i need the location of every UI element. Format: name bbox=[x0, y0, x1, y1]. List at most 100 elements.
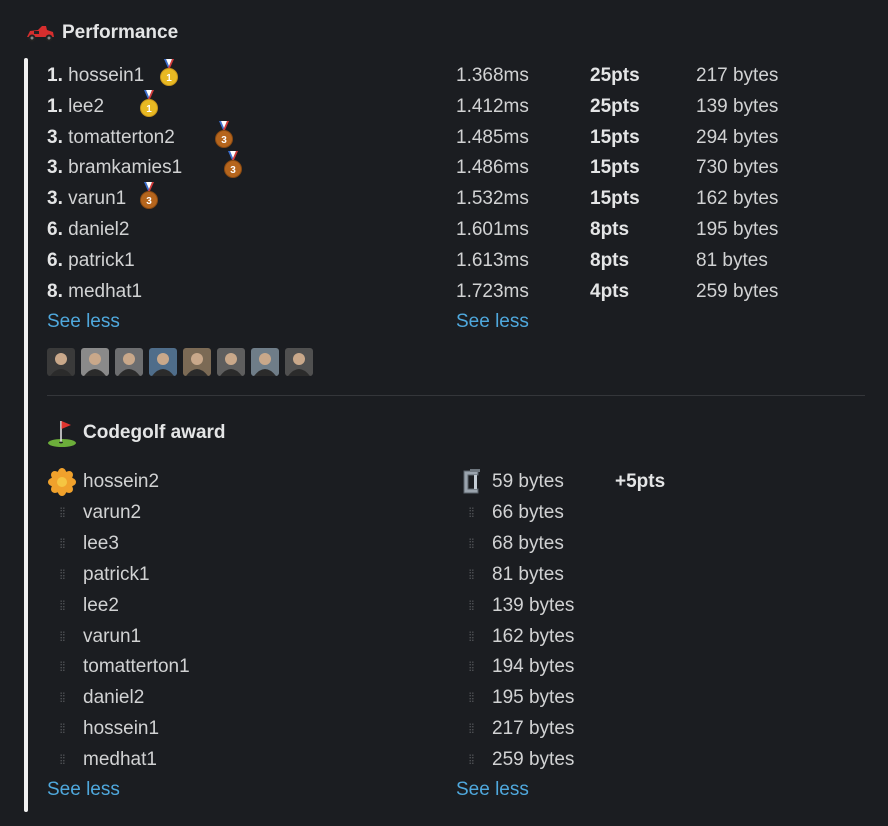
user-name[interactable]: varun2 bbox=[83, 497, 141, 528]
codegolf-bytes-entry: ⁞⁞ 259 bytes bbox=[456, 744, 574, 775]
user-name[interactable]: bramkamies1 bbox=[68, 157, 182, 178]
byte-count: 730 bytes bbox=[696, 157, 779, 178]
user-name[interactable]: varun1 bbox=[68, 188, 126, 209]
codegolf-entry: ⁞⁞ hossein1 bbox=[47, 713, 159, 744]
performance-entry: 6. daniel2 bbox=[47, 214, 427, 245]
codegolf-entry: ⁞⁞ daniel2 bbox=[47, 682, 144, 713]
byte-count: 294 bytes bbox=[696, 127, 779, 148]
golf-flag-icon bbox=[48, 421, 76, 447]
points: 15pts bbox=[590, 127, 640, 148]
performance-entry: 3. tomatterton2 3 bbox=[47, 120, 427, 153]
codegolf-entry: ⁞⁞ varun1 bbox=[47, 621, 141, 652]
drag-handle-icon: ⁞⁞ bbox=[59, 505, 65, 520]
avatar[interactable] bbox=[183, 348, 211, 376]
points: 15pts bbox=[590, 188, 640, 209]
see-less-link[interactable]: See less bbox=[456, 774, 529, 805]
time: 1.613ms bbox=[456, 250, 529, 271]
byte-count: 259 bytes bbox=[696, 281, 779, 302]
drag-handle-icon: ⁞⁞ bbox=[468, 629, 474, 644]
avatar[interactable] bbox=[217, 348, 245, 376]
points: 25pts bbox=[590, 65, 640, 86]
user-name[interactable]: medhat1 bbox=[83, 744, 157, 775]
drag-handle-icon: ⁞⁞ bbox=[468, 721, 474, 736]
user-name[interactable]: hossein2 bbox=[83, 466, 159, 497]
codegolf-bytes-entry: ⁞⁞ 162 bytes bbox=[456, 621, 574, 652]
see-less-link[interactable]: See less bbox=[456, 306, 529, 337]
user-name[interactable]: lee3 bbox=[83, 528, 119, 559]
svg-text:3: 3 bbox=[230, 165, 236, 176]
rank: 3. bbox=[47, 157, 63, 178]
codegolf-title: Codegolf award bbox=[83, 422, 226, 443]
byte-count: 139 bytes bbox=[492, 595, 575, 616]
svg-text:3: 3 bbox=[221, 135, 227, 146]
flower-icon bbox=[47, 466, 77, 497]
rank: 3. bbox=[47, 188, 63, 209]
user-name[interactable]: medhat1 bbox=[68, 281, 142, 302]
time: 1.723ms bbox=[456, 281, 529, 302]
user-name[interactable]: daniel2 bbox=[68, 219, 129, 240]
performance-entry: 6. patrick1 bbox=[47, 245, 427, 276]
byte-count: 81 bytes bbox=[696, 250, 768, 271]
svg-text:1: 1 bbox=[166, 73, 172, 84]
drag-handle-icon: ⁞⁞ bbox=[468, 659, 474, 674]
bonus-points: +5pts bbox=[615, 471, 666, 492]
performance-entry: 3. bramkamies1 3 bbox=[47, 150, 427, 183]
codegolf-bytes-entry: ⁞⁞ 81 bytes bbox=[456, 559, 564, 590]
avatar[interactable] bbox=[115, 348, 143, 376]
avatar[interactable] bbox=[47, 348, 75, 376]
user-name[interactable]: lee2 bbox=[68, 96, 104, 117]
performance-entry: 3. varun1 3 bbox=[47, 181, 427, 214]
performance-title: Performance bbox=[62, 22, 179, 43]
user-name[interactable]: hossein1 bbox=[68, 65, 144, 86]
user-name[interactable]: patrick1 bbox=[68, 250, 135, 271]
codegolf-entry: ⁞⁞ medhat1 bbox=[47, 744, 157, 775]
codegolf-bytes-entry: ⁞⁞ 217 bytes bbox=[456, 713, 574, 744]
codegolf-entry: ⁞⁞ patrick1 bbox=[47, 559, 150, 590]
user-name[interactable]: tomatterton1 bbox=[83, 651, 190, 682]
rank: 6. bbox=[47, 250, 63, 271]
codegolf-bytes-entry: ⁞⁞ 194 bytes bbox=[456, 651, 574, 682]
byte-count: 66 bytes bbox=[492, 502, 564, 523]
drag-handle-icon: ⁞⁞ bbox=[468, 505, 474, 520]
avatar[interactable] bbox=[81, 348, 109, 376]
points: 15pts bbox=[590, 157, 640, 178]
user-name[interactable]: varun1 bbox=[83, 621, 141, 652]
drag-handle-icon: ⁞⁞ bbox=[468, 567, 474, 582]
drag-handle-icon: ⁞⁞ bbox=[59, 598, 65, 613]
byte-count: 195 bytes bbox=[492, 687, 575, 708]
codegolf-bytes-entry: ⁞⁞ 139 bytes bbox=[456, 590, 574, 621]
byte-count: 217 bytes bbox=[696, 65, 779, 86]
avatar-group[interactable] bbox=[47, 348, 313, 376]
svg-text:3: 3 bbox=[146, 196, 152, 207]
codegolf-bytes-entry: ⁞⁞ 195 bytes bbox=[456, 682, 574, 713]
byte-count: 259 bytes bbox=[492, 749, 575, 770]
gold-medal-icon: 1 bbox=[138, 89, 160, 118]
racing-car-icon bbox=[27, 26, 54, 42]
avatar[interactable] bbox=[149, 348, 177, 376]
performance-entry: 8. medhat1 bbox=[47, 276, 427, 307]
avatar[interactable] bbox=[251, 348, 279, 376]
codegolf-bytes-entry: ⁞⁞ 66 bytes bbox=[456, 497, 564, 528]
byte-count: 195 bytes bbox=[696, 219, 779, 240]
byte-count: 194 bytes bbox=[492, 656, 575, 677]
time: 1.532ms bbox=[456, 188, 529, 209]
user-name[interactable]: hossein1 bbox=[83, 713, 159, 744]
drag-handle-icon: ⁞⁞ bbox=[468, 536, 474, 551]
time: 1.486ms bbox=[456, 157, 529, 178]
gold-medal-icon: 1 bbox=[158, 58, 180, 87]
avatar[interactable] bbox=[285, 348, 313, 376]
codegolf-entry: ⁞⁞ lee2 bbox=[47, 590, 119, 621]
drag-handle-icon: ⁞⁞ bbox=[59, 752, 65, 767]
byte-count: 81 bytes bbox=[492, 564, 564, 585]
see-less-link[interactable]: See less bbox=[47, 774, 120, 805]
user-name[interactable]: lee2 bbox=[83, 590, 119, 621]
user-name[interactable]: daniel2 bbox=[83, 682, 144, 713]
drag-handle-icon: ⁞⁞ bbox=[468, 752, 474, 767]
user-name[interactable]: patrick1 bbox=[83, 559, 150, 590]
user-name[interactable]: tomatterton2 bbox=[68, 127, 175, 148]
see-less-link[interactable]: See less bbox=[47, 306, 120, 337]
codegolf-entry: ⁞⁞ tomatterton1 bbox=[47, 651, 190, 682]
drag-handle-icon: ⁞⁞ bbox=[59, 721, 65, 736]
drag-handle-icon: ⁞⁞ bbox=[59, 690, 65, 705]
byte-count: 68 bytes bbox=[492, 533, 564, 554]
